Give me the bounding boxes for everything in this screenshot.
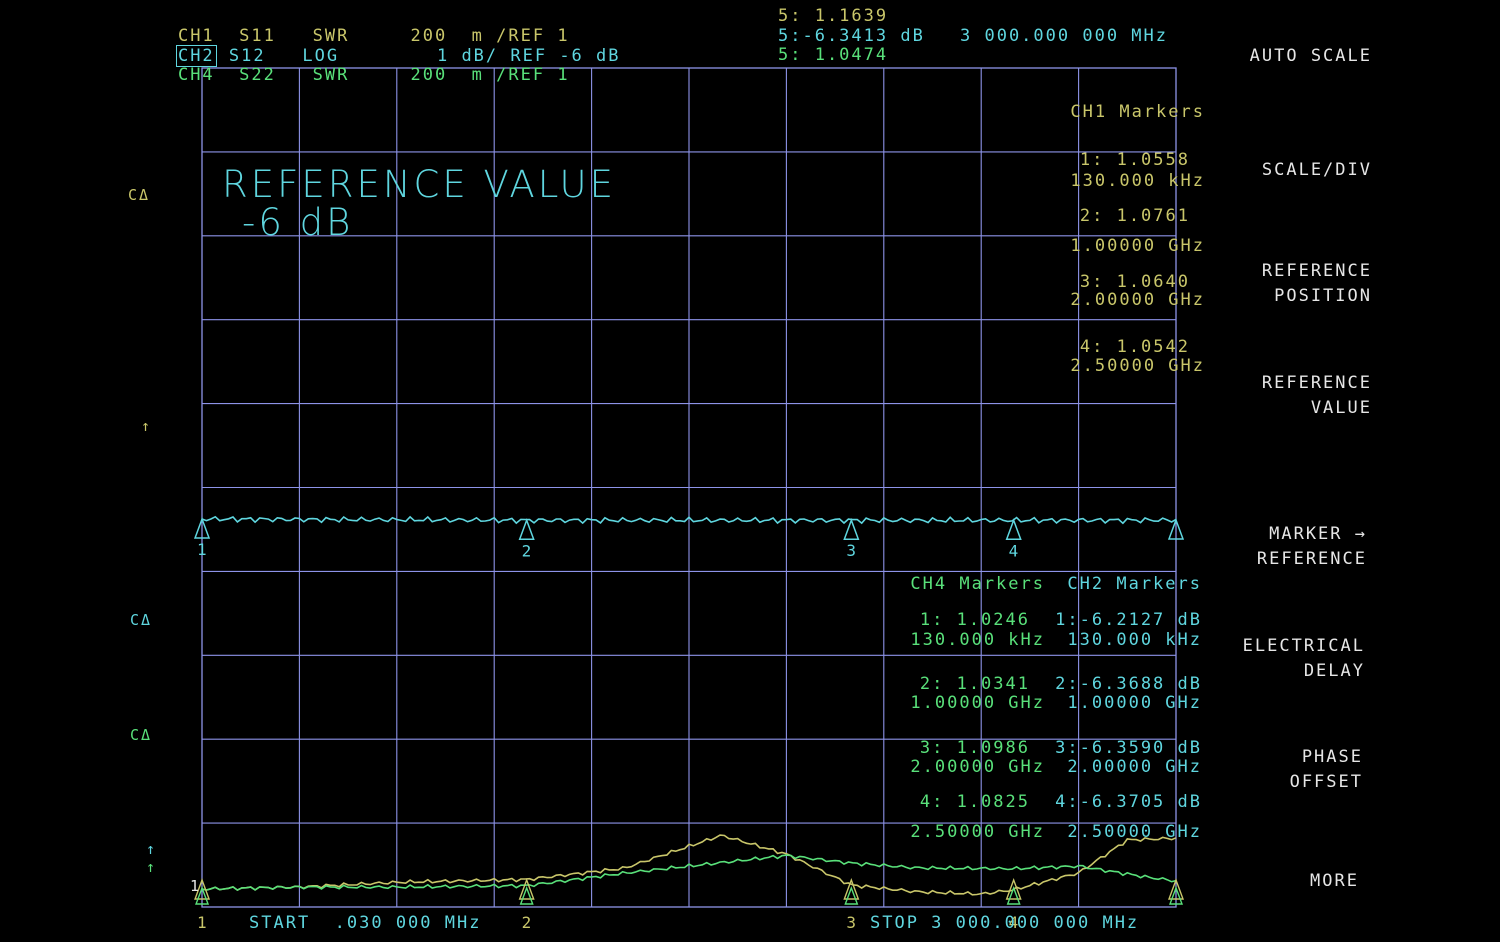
ch4-param: S22 [239, 65, 276, 85]
lower-marker-label-3: 3 [846, 913, 858, 932]
ch2-correction-indicator: CΔ [130, 611, 153, 629]
reference-value-title: REFERENCE VALUE [222, 163, 616, 206]
ch1-marker2-value: 2: 1.0761 [1079, 206, 1190, 226]
ch4-status-line: CH4 S22 SWR 200 m /REF 1 [129, 45, 570, 105]
ch2-marker-2 [518, 518, 535, 541]
ch4-marker4-value: 4: 1.0825 [919, 792, 1030, 812]
ch1-marker3-freq: 2.00000 GHz [1070, 290, 1205, 310]
ch2-marker2-value: 2:-6.3688 dB [1055, 674, 1202, 694]
stop-frequency: STOP 3 000.000 000 MHz [870, 913, 1140, 933]
ch4-reference-arrow: ↑ [146, 858, 158, 876]
ch2-reference-arrow: ↑ [146, 840, 158, 858]
lower-marker-label-1: 1 [197, 913, 209, 932]
softkey-reference-position[interactable]: REFERENCE POSITION [1212, 259, 1372, 309]
marker5-ch1-readout: 5: 1.1639 [778, 6, 889, 26]
ch1-marker1-value: 1: 1.0558 [1079, 150, 1190, 170]
ch2-marker4-value: 4:-6.3705 dB [1055, 792, 1202, 812]
ch2-marker2-freq: 1.00000 GHz [1067, 693, 1202, 713]
ch4-marker2-freq: 1.00000 GHz [910, 693, 1045, 713]
marker5-ch2-readout: 5:-6.3413 dB [778, 26, 925, 46]
ch2-marker3-freq: 2.00000 GHz [1067, 757, 1202, 777]
lower-marker-label-2: 2 [522, 913, 534, 932]
ch2-marker-label-3: 3 [846, 541, 858, 560]
ch4-marker3-value: 3: 1.0986 [919, 738, 1030, 758]
start-frequency: START .030 000 MHz [249, 913, 482, 933]
softkey-electrical-delay[interactable]: ELECTRICAL DELAY [1212, 634, 1365, 684]
ch2-marker-label-1: 1 [197, 540, 209, 559]
ch4-marker1-freq: 130.000 kHz [910, 630, 1045, 650]
ch4-markers-title: CH4 Markers [910, 574, 1045, 594]
ch4-format: SWR [312, 65, 350, 85]
ch1-markers-title: CH1 Markers [1070, 102, 1205, 122]
reference-line-marker: 1 [190, 877, 202, 895]
softkey-more[interactable]: MORE [1212, 869, 1359, 894]
ch4-correction-indicator: CΔ [130, 726, 153, 744]
ch2-marker1-freq: 130.000 kHz [1067, 630, 1202, 650]
marker5-ch4-readout: 5: 1.0474 [778, 45, 889, 65]
ch4-marker3-freq: 2.00000 GHz [910, 757, 1045, 777]
ch1-correction-indicator: CΔ [128, 186, 151, 204]
ch2-marker-4 [1005, 518, 1022, 541]
ch2-markers-title: CH2 Markers [1067, 574, 1202, 594]
ch4-marker1-value: 1: 1.0246 [919, 610, 1030, 630]
ch1-marker4-value: 4: 1.0542 [1079, 337, 1190, 357]
ch2-marker3-value: 3:-6.3590 dB [1055, 738, 1202, 758]
ch4-scale: 200 m /REF 1 [410, 65, 570, 85]
ch4-marker2-value: 2: 1.0341 [919, 674, 1030, 694]
ch4-marker4-freq: 2.50000 GHz [910, 822, 1045, 842]
ch1-marker4-freq: 2.50000 GHz [1070, 356, 1205, 376]
marker5-frequency: 3 000.000 000 MHz [960, 26, 1168, 46]
ch1-reference-arrow: ↑ [141, 417, 153, 435]
reference-value-entry: -6 dB [242, 201, 354, 244]
softkey-phase-offset[interactable]: PHASE OFFSET [1212, 745, 1363, 795]
trace-display: 11223344 [193, 67, 1185, 932]
ch1-marker1-freq: 130.000 kHz [1070, 171, 1205, 191]
softkey-auto-scale[interactable]: AUTO SCALE [1212, 44, 1372, 69]
ch2-marker-label-4: 4 [1009, 541, 1021, 560]
ch4-label[interactable]: CH4 [178, 65, 215, 85]
ch2-marker-3 [843, 518, 860, 540]
softkey-marker-to-reference[interactable]: MARKER → REFERENCE [1212, 522, 1367, 572]
softkey-reference-value[interactable]: REFERENCE VALUE [1212, 371, 1372, 421]
softkey-scale-div[interactable]: SCALE/DIV [1212, 158, 1372, 183]
ch2-marker-label-2: 2 [522, 541, 534, 560]
ch2-marker4-freq: 2.50000 GHz [1067, 822, 1202, 842]
ch1-marker2-freq: 1.00000 GHz [1070, 236, 1205, 256]
ch2-marker1-value: 1:-6.2127 dB [1055, 610, 1202, 630]
